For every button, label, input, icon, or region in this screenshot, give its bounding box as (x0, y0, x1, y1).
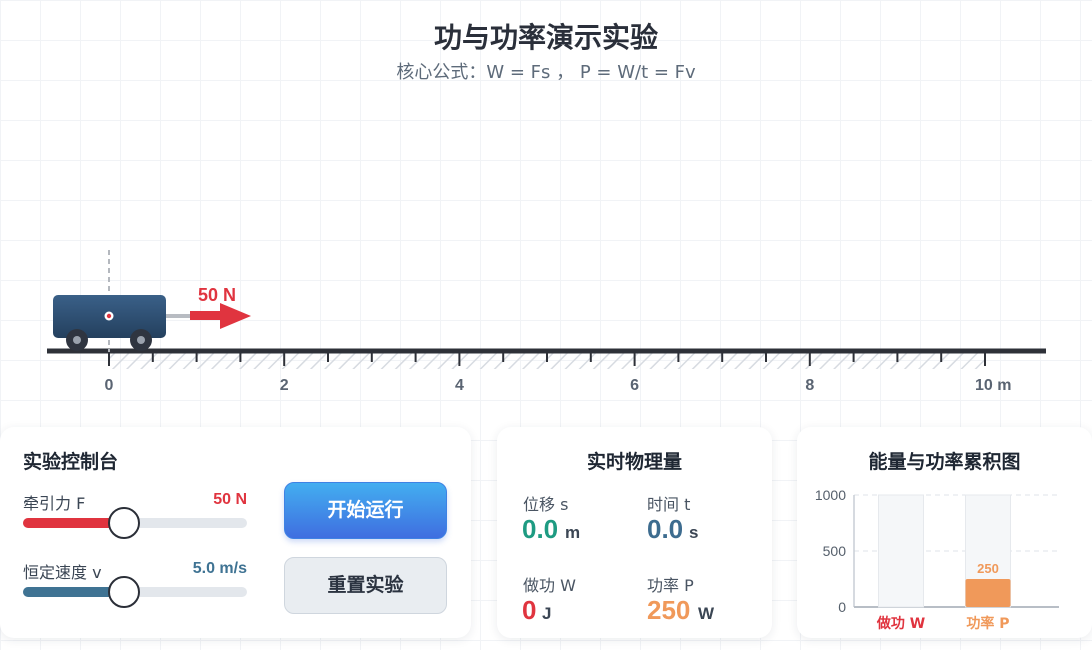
speed-slider-thumb[interactable] (107, 576, 140, 608)
y-tick-label: 0 (838, 599, 846, 615)
energy-chart-panel: 能量与功率累积图 0 500 1000 做功 W 250 功率 P (797, 427, 1092, 638)
category-label: 做功 W (876, 615, 925, 632)
displacement-value: 0.0 (522, 514, 559, 544)
ruler-tick-label: 8 (805, 377, 814, 394)
speed-slider[interactable] (23, 576, 247, 608)
category-label: 功率 P (966, 615, 1009, 632)
realtime-panel: 实时物理量 位移 s 0.0 m 时间 t 0.0 s 做功 W 0 J 功率 … (497, 427, 772, 638)
speed-slider-label: 恒定速度 v (23, 563, 102, 582)
ruler-tick-label: 10 m (975, 377, 1011, 394)
bar-background (878, 494, 924, 608)
time-unit: s (689, 523, 699, 542)
force-arrow (190, 303, 251, 329)
time-label: 时间 t (647, 495, 691, 514)
time-value: 0.0 (647, 514, 684, 544)
ruler-tick-label: 0 (105, 377, 114, 394)
control-panel-title: 实验控制台 (23, 451, 119, 473)
force-slider-thumb[interactable] (107, 507, 140, 539)
arrow-head-icon (220, 303, 251, 329)
force-slider-value: 50 N (213, 491, 247, 508)
formula-subtitle: 核心公式：W = Fs ， P = W/t = Fv (396, 62, 696, 83)
work-value: 0 (522, 595, 537, 625)
bar-data-label: 250 (977, 561, 999, 576)
reset-button[interactable]: 重置实验 (284, 557, 447, 614)
power-unit: W (698, 604, 715, 623)
page-title: 功与功率演示实验 (433, 21, 658, 54)
displacement-unit: m (565, 523, 581, 542)
ruler-tick-label: 2 (280, 377, 289, 394)
control-panel: 实验控制台 牵引力 F 50 N 恒定速度 v 5.0 m/s 开始运行 重置实… (0, 427, 471, 638)
force-label: 50 N (198, 285, 236, 305)
y-tick-label: 1000 (815, 487, 846, 503)
realtime-panel-title: 实时物理量 (586, 451, 682, 473)
ruler-tick-label: 6 (630, 377, 639, 394)
speed-slider-value: 5.0 m/s (192, 560, 247, 577)
displacement-label: 位移 s (523, 495, 569, 514)
experiment-scene: 0 2 4 6 8 10 m 50 N (47, 250, 1046, 394)
bar (965, 579, 1011, 607)
cart (53, 295, 192, 351)
force-slider[interactable] (23, 507, 247, 539)
ruler-labels: 0 2 4 6 8 10 m (105, 377, 1012, 394)
energy-bar-chart: 0 500 1000 做功 W 250 功率 P (815, 487, 1059, 632)
power-label: 功率 P (647, 576, 694, 595)
work-label: 做功 W (523, 576, 576, 595)
power-value: 250 (647, 595, 691, 625)
ruler-tick-label: 4 (455, 377, 464, 394)
y-tick-label: 500 (823, 543, 847, 559)
force-slider-label: 牵引力 F (23, 494, 86, 513)
work-unit: J (542, 604, 552, 623)
start-button[interactable]: 开始运行 (284, 482, 447, 539)
